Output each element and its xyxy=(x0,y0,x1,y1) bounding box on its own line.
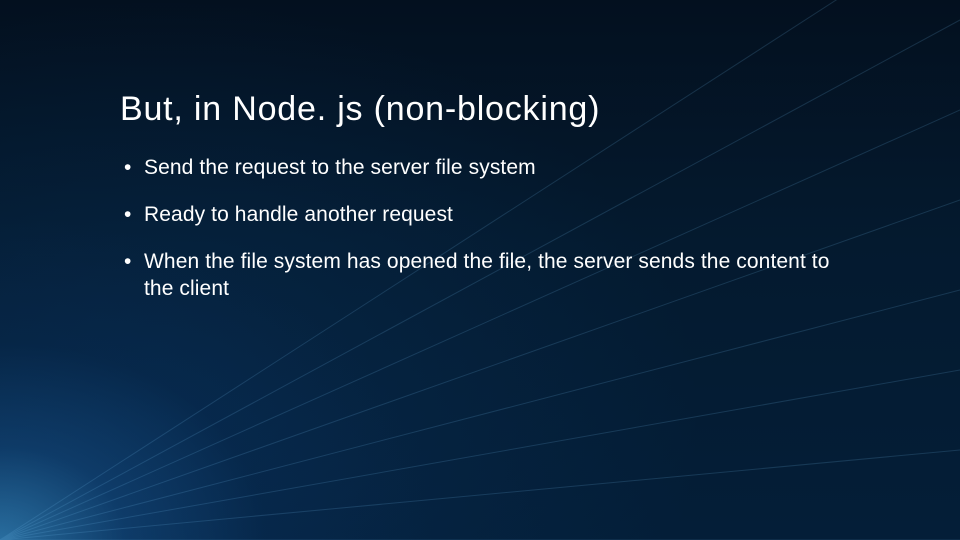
list-item: Send the request to the server file syst… xyxy=(120,155,844,182)
bullet-list: Send the request to the server file syst… xyxy=(120,155,880,303)
slide: But, in Node. js (non-blocking) Send the… xyxy=(0,0,960,540)
list-item: Ready to handle another request xyxy=(120,202,844,229)
list-item: When the file system has opened the file… xyxy=(120,249,844,303)
slide-content: But, in Node. js (non-blocking) Send the… xyxy=(120,90,880,323)
slide-title: But, in Node. js (non-blocking) xyxy=(120,90,880,129)
